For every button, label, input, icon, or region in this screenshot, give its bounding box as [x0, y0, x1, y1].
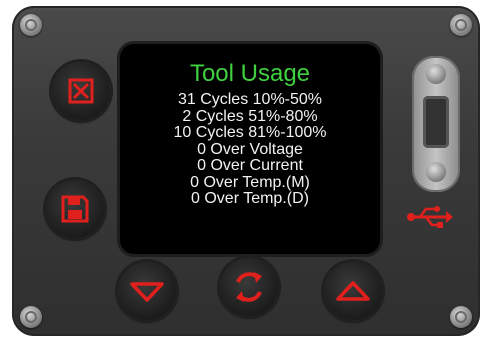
usage-line: 0 Over Current — [197, 157, 303, 174]
usage-line: 10 Cycles 81%-100% — [173, 124, 327, 141]
display-screen: Tool Usage 31 Cycles 10%-50% 2 Cycles 51… — [120, 44, 380, 254]
close-icon — [68, 78, 94, 104]
usage-list: 31 Cycles 10%-50% 2 Cycles 51%-80% 10 Cy… — [120, 91, 380, 208]
usage-line: 2 Cycles 51%-80% — [182, 107, 318, 125]
usage-line: 0 Over Voltage — [197, 140, 303, 158]
screw-bottom-left — [20, 306, 42, 328]
screw-bottom-right — [450, 306, 472, 328]
save-icon — [61, 195, 89, 223]
up-button[interactable] — [324, 262, 382, 320]
refresh-button[interactable] — [220, 258, 278, 316]
arrow-down-icon — [130, 282, 164, 302]
usb-socket — [423, 96, 449, 148]
screw-top-left — [20, 14, 42, 36]
usage-line: 31 Cycles 10%-50% — [177, 91, 323, 108]
arrow-up-icon — [336, 281, 370, 301]
port-screw-bottom — [426, 162, 446, 182]
port-screw-top — [426, 64, 446, 84]
refresh-icon — [236, 272, 262, 302]
cancel-button[interactable] — [52, 62, 110, 120]
usb-icon — [407, 206, 453, 228]
save-button[interactable] — [46, 180, 104, 238]
usage-line: 0 Over Temp.(D) — [191, 190, 309, 207]
usage-line: 0 Over Temp.(M) — [190, 173, 310, 191]
down-button[interactable] — [118, 262, 176, 320]
usb-port — [412, 56, 460, 192]
screw-top-right — [450, 14, 472, 36]
screen-title: Tool Usage — [189, 60, 311, 87]
